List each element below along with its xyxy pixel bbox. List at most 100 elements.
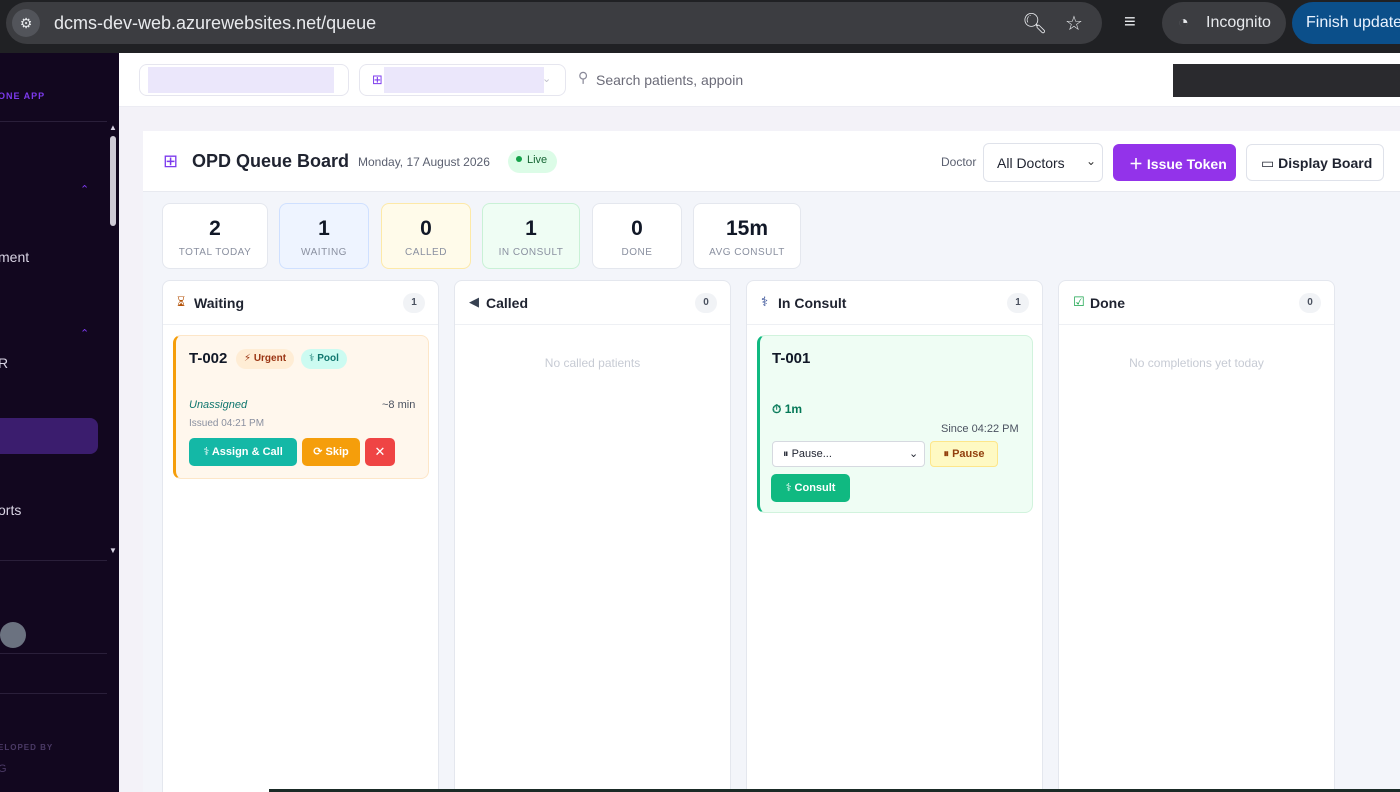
sidebar-item-reports[interactable]: orts [0,502,21,518]
column-called: ◀ Called 0 No called patients [454,280,731,792]
pause-reason-value: Pause... [791,448,832,460]
developer-logo-text: G [0,763,7,775]
urgent-badge: ⚡︎ Urgent [236,349,295,369]
consult-timer: ⏱︎ 1m [772,402,802,417]
stat-value: 0 [420,217,432,240]
issue-token-button[interactable]: ＋ Issue Token [1113,144,1236,181]
finish-update-button[interactable]: Finish update [1292,2,1400,44]
column-in-consult: ⚕ In Consult 1 T-001 ⏱︎ 1m Since 04:22 P… [746,280,1043,792]
live-dot [516,156,522,162]
skip-label: Skip [325,446,349,458]
scroll-up-icon[interactable]: ▲ [109,123,117,132]
stat-label: DONE [621,247,653,258]
chevron-up-icon[interactable]: ⌃ [80,327,89,340]
assignee-text: Unassigned [189,399,248,411]
token-number: T-001 [772,350,811,367]
doctor-select-value: All Doctors [997,155,1065,171]
top-bar: ⊞ ⌄ ⚲ [119,53,1400,107]
stat-total-today: 2 TOTAL TODAY [162,203,268,269]
column-waiting: ⏳︎ Waiting 1 T-002 ⚡︎ Urgent ⚕ Pool Unas… [162,280,439,792]
issued-time: Issued 04:21 PM [189,418,265,429]
empty-state: No completions yet today [1129,356,1264,370]
scroll-down-icon[interactable]: ▼ [109,546,117,555]
address-bar[interactable]: ⚙ dcms-dev-web.azurewebsites.net/queue 🔍… [6,2,1102,44]
pause-label: Pause [952,448,985,460]
queue-music-icon[interactable]: ≡ [1124,11,1136,34]
pause-button[interactable]: ⏸︎ Pause [930,441,998,467]
sidebar-brand: ONE APP [0,91,46,101]
column-title: In Consult [778,295,847,311]
avatar[interactable] [0,622,26,648]
star-icon[interactable]: ☆ [1062,11,1086,36]
stat-waiting: 1 WAITING [279,203,369,269]
chevron-up-icon[interactable]: ⌃ [80,183,89,196]
search-input[interactable] [596,72,796,88]
display-board-label: Display Board [1278,155,1373,171]
skip-button[interactable]: ⟳ Skip [302,438,360,466]
developed-by-label: ELOPED BY [0,743,54,752]
user-menu[interactable] [1173,64,1400,97]
token-card-waiting[interactable]: T-002 ⚡︎ Urgent ⚕ Pool Unassigned ~8 min… [173,335,429,479]
stat-value: 15m [725,217,769,240]
stethoscope-icon: ⚕ [761,294,769,309]
pause-reason-select[interactable]: ⏸︎ Pause... ⌄ [772,441,925,467]
check-box-icon: ☑ [1073,294,1085,309]
add-box-icon: ⊞ [163,151,179,171]
incognito-button[interactable]: ◔ Incognito [1162,2,1286,44]
queue-board-panel: ⊞ OPD Queue Board Monday, 17 August 2026… [143,131,1400,792]
scrollbar-thumb[interactable] [110,136,116,226]
column-count: 0 [695,293,717,313]
clipboard-icon: ⊞ [372,72,383,87]
branch-selector[interactable]: ⊞ ⌄ [359,64,566,96]
consult-label: Consult [794,482,836,494]
chevron-down-icon: ⌄ [542,73,552,85]
urgent-label: Urgent [253,353,287,364]
sidebar-item-r[interactable]: R [0,355,8,371]
column-title: Waiting [194,295,245,311]
board-date: Monday, 17 August 2026 [358,155,490,169]
sidebar-divider [0,653,107,654]
stat-value: 0 [631,217,643,240]
column-header: ☑ Done 0 [1059,281,1334,325]
pool-label: Pool [317,353,339,364]
column-count: 1 [403,293,425,313]
column-header: ⏳︎ Waiting 1 [163,281,438,325]
live-label: Live [527,154,548,166]
consult-button[interactable]: ⚕ Consult [771,474,850,502]
sidebar-item-active[interactable] [0,418,98,454]
chevron-down-icon: ⌄ [909,448,919,460]
assign-call-button[interactable]: ⚕ Assign & Call [189,438,297,466]
live-badge: Live [508,150,558,173]
stat-avg-consult: 15m AVG CONSULT [693,203,801,269]
display-board-button[interactable]: ▭ Display Board [1246,144,1384,181]
tune-icon[interactable]: ⚙ [12,9,40,37]
cancel-token-button[interactable]: ✕ [365,438,395,466]
stat-value: 1 [318,217,330,240]
sidebar-scrollbar[interactable]: ▲ ▼ [107,123,119,563]
bolt-icon: ⚡︎ [244,353,252,364]
since-time: Since 04:22 PM [941,423,1019,435]
stat-label: AVG CONSULT [709,247,785,258]
stat-label: WAITING [301,247,347,258]
search-icon: ⚲ [578,69,589,85]
refresh-icon: ⟳ [313,446,323,458]
sidebar-item-management[interactable]: ment [0,249,29,265]
branch-selector-value [384,67,544,93]
sidebar-divider [0,693,107,694]
column-done: ☑ Done 0 No completions yet today [1058,280,1335,792]
clinic-selector-value [148,67,334,93]
doctor-select[interactable]: All Doctors ⌄ [983,143,1103,182]
stat-value: 1 [525,217,537,240]
token-number: T-002 [189,350,228,367]
sidebar-divider [0,121,107,122]
timer-icon: ⏱︎ [772,402,782,416]
megaphone-icon: ◀ [469,294,479,309]
column-count: 1 [1007,293,1029,313]
assign-call-label: Assign & Call [211,446,283,458]
url-text[interactable]: dcms-dev-web.azurewebsites.net/queue [54,13,376,34]
browser-chrome: ⚙ dcms-dev-web.azurewebsites.net/queue 🔍… [0,0,1400,53]
clinic-selector[interactable] [139,64,349,96]
pause-icon: ⏸︎ [943,448,950,460]
zoom-icon[interactable]: 🔍︎ [1022,11,1047,36]
token-card-in-consult[interactable]: T-001 ⏱︎ 1m Since 04:22 PM ⏸︎ Pause... ⌄… [757,335,1033,513]
